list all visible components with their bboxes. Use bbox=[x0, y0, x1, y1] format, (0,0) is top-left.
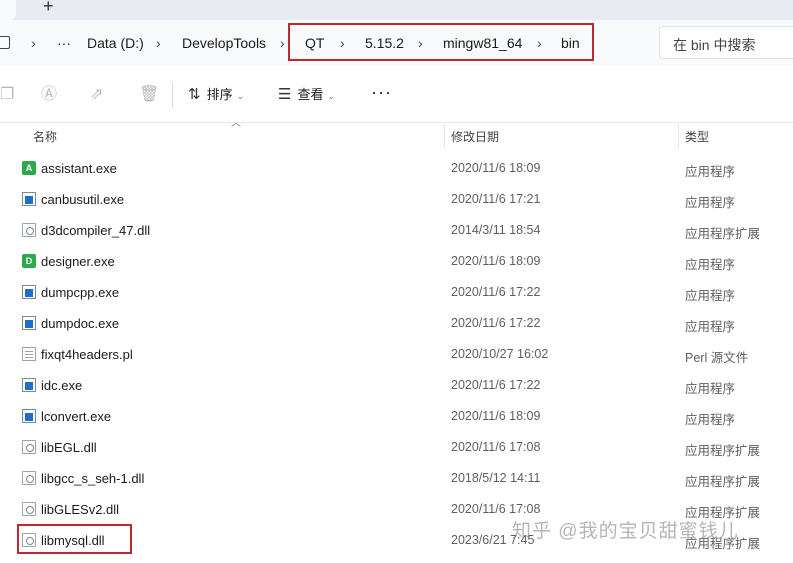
file-name: designer.exe bbox=[41, 254, 115, 269]
file-row[interactable]: lconvert.exe 2020/11/6 18:09 应用程序 bbox=[0, 401, 793, 432]
search-placeholder: 在 bin 中搜索 bbox=[673, 37, 756, 53]
file-modified: 2020/11/6 17:22 bbox=[451, 316, 541, 330]
file-name: canbusutil.exe bbox=[41, 192, 125, 207]
breadcrumb-separator[interactable]: › bbox=[280, 33, 285, 53]
file-type: 应用程序 bbox=[685, 320, 736, 334]
file-row[interactable]: fixqt4headers.pl 2020/10/27 16:02 Perl 源… bbox=[0, 339, 793, 370]
exe-icon bbox=[22, 316, 36, 330]
breadcrumb-more[interactable]: ··· bbox=[57, 35, 71, 51]
rename-icon[interactable]: Ⓐ bbox=[41, 86, 57, 104]
file-modified: 2020/10/27 16:02 bbox=[451, 347, 549, 361]
sort-label: 排序 bbox=[206, 87, 233, 102]
file-name: libgcc_s_seh-1.dll bbox=[41, 471, 145, 486]
file-modified: 2020/11/6 18:09 bbox=[451, 161, 541, 175]
dll-icon bbox=[22, 502, 36, 516]
exe-icon bbox=[22, 285, 36, 299]
file-modified: 2020/11/6 17:08 bbox=[451, 440, 541, 454]
file-modified: 2018/5/12 14:11 bbox=[451, 471, 541, 485]
column-header-modified[interactable]: 修改日期 bbox=[451, 128, 499, 145]
file-type: 应用程序 bbox=[685, 413, 736, 427]
file-name: fixqt4headers.pl bbox=[41, 347, 133, 362]
file-type: 应用程序 bbox=[685, 382, 736, 396]
file-type: 应用程序 bbox=[685, 165, 736, 179]
breadcrumb-item-data-d[interactable]: Data (D:) bbox=[87, 35, 144, 51]
file-row[interactable]: dumpcpp.exe 2020/11/6 17:22 应用程序 bbox=[0, 277, 793, 308]
more-options-button[interactable]: ··· bbox=[371, 82, 392, 103]
file-name: libGLESv2.dll bbox=[41, 502, 120, 517]
file-name: libEGL.dll bbox=[41, 440, 97, 455]
file-row[interactable]: A assistant.exe 2020/11/6 18:09 应用程序 bbox=[0, 153, 793, 184]
sort-icon: ⇅ bbox=[188, 86, 201, 103]
this-pc-icon[interactable] bbox=[0, 36, 10, 49]
view-button[interactable]: ☰ 查看 ⌄ bbox=[278, 86, 335, 105]
exe-icon bbox=[22, 192, 36, 206]
file-modified: 2020/11/6 17:08 bbox=[451, 502, 541, 516]
chevron-down-icon: ⌄ bbox=[327, 91, 336, 101]
sort-button[interactable]: ⇅ 排序 ⌄ bbox=[188, 86, 244, 105]
file-type: 应用程序 bbox=[685, 258, 736, 272]
file-type: 应用程序扩展 bbox=[685, 444, 761, 458]
column-divider[interactable] bbox=[678, 124, 679, 148]
file-name: dumpdoc.exe bbox=[41, 316, 120, 331]
dll-icon bbox=[22, 223, 36, 237]
search-input[interactable]: 在 bin 中搜索 bbox=[659, 26, 793, 59]
file-type: 应用程序 bbox=[685, 196, 736, 210]
file-row[interactable]: canbusutil.exe 2020/11/6 17:21 应用程序 bbox=[0, 184, 793, 215]
share-icon[interactable]: ⇗ bbox=[90, 86, 103, 104]
dll-icon bbox=[22, 471, 36, 485]
new-tab-button[interactable]: + bbox=[43, 0, 54, 16]
file-type: 应用程序扩展 bbox=[685, 227, 761, 241]
file-row[interactable]: D designer.exe 2020/11/6 18:09 应用程序 bbox=[0, 246, 793, 277]
dll-icon bbox=[22, 440, 36, 454]
file-highlight-box bbox=[17, 524, 132, 554]
delete-icon[interactable]: 🗑 bbox=[139, 86, 159, 104]
file-modified: 2014/3/11 18:54 bbox=[451, 223, 541, 237]
breadcrumb-item-developtools[interactable]: DevelopTools bbox=[182, 35, 266, 51]
watermark: 知乎 @我的宝贝甜蜜钱儿 bbox=[512, 521, 739, 542]
qt-designer-icon: D bbox=[22, 254, 36, 268]
command-bar bbox=[0, 66, 793, 123]
file-row[interactable]: libEGL.dll 2020/11/6 17:08 应用程序扩展 bbox=[0, 432, 793, 463]
column-divider[interactable] bbox=[444, 124, 445, 148]
file-type: 应用程序扩展 bbox=[685, 475, 761, 489]
file-name: assistant.exe bbox=[41, 161, 117, 176]
exe-icon bbox=[22, 409, 36, 423]
chevron-down-icon: ⌄ bbox=[236, 91, 245, 101]
column-header-type[interactable]: 类型 bbox=[685, 128, 709, 145]
view-label: 查看 bbox=[297, 87, 324, 102]
script-icon bbox=[22, 347, 36, 361]
copy-icon[interactable]: ❐ bbox=[0, 86, 14, 104]
tab-strip: + bbox=[0, 0, 793, 20]
file-name: idc.exe bbox=[41, 378, 83, 393]
active-tab[interactable] bbox=[0, 0, 16, 20]
file-row[interactable]: idc.exe 2020/11/6 17:22 应用程序 bbox=[0, 370, 793, 401]
exe-icon bbox=[22, 378, 36, 392]
view-icon: ☰ bbox=[278, 86, 292, 103]
file-type: 应用程序 bbox=[685, 289, 736, 303]
file-name: d3dcompiler_47.dll bbox=[41, 223, 151, 238]
file-modified: 2020/11/6 18:09 bbox=[451, 254, 541, 268]
file-row[interactable]: d3dcompiler_47.dll 2014/3/11 18:54 应用程序扩… bbox=[0, 215, 793, 246]
file-type: Perl 源文件 bbox=[685, 351, 749, 365]
file-modified: 2020/11/6 17:22 bbox=[451, 285, 541, 299]
qt-assistant-icon: A bbox=[22, 161, 36, 175]
breadcrumb-separator[interactable]: › bbox=[31, 33, 36, 53]
file-modified: 2020/11/6 17:21 bbox=[451, 192, 541, 206]
path-highlight-box bbox=[288, 23, 594, 61]
file-modified: 2020/11/6 17:22 bbox=[451, 378, 541, 392]
file-row[interactable]: libgcc_s_seh-1.dll 2018/5/12 14:11 应用程序扩… bbox=[0, 463, 793, 494]
file-name: dumpcpp.exe bbox=[41, 285, 120, 300]
column-header-name[interactable]: 名称 bbox=[33, 128, 57, 145]
sort-ascending-icon: ︿ bbox=[231, 118, 241, 129]
file-modified: 2020/11/6 18:09 bbox=[451, 409, 541, 423]
breadcrumb-separator[interactable]: › bbox=[156, 33, 161, 53]
file-name: lconvert.exe bbox=[41, 409, 112, 424]
toolbar-divider bbox=[172, 82, 173, 108]
file-row[interactable]: dumpdoc.exe 2020/11/6 17:22 应用程序 bbox=[0, 308, 793, 339]
